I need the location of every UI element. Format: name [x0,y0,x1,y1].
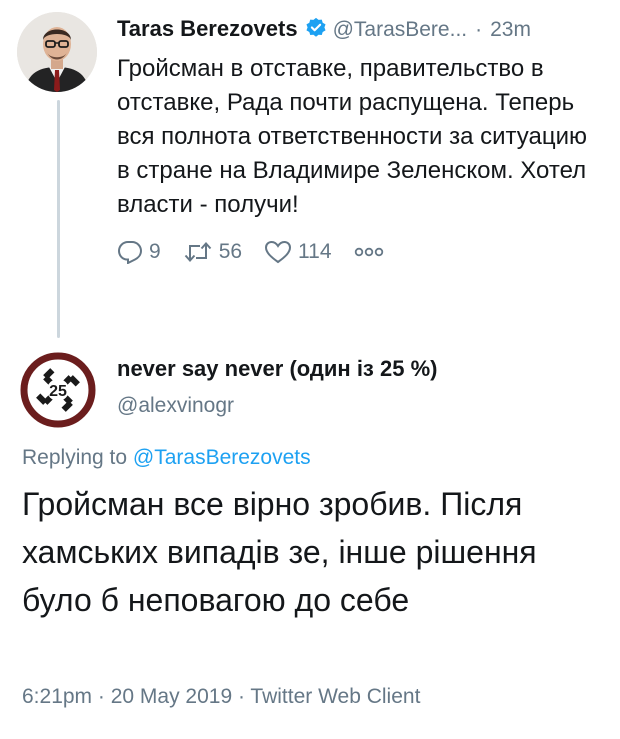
tweet-timestamp[interactable]: 6:21pm · 20 May 2019 · Twitter Web Clien… [22,685,420,709]
verified-badge-icon [305,17,327,39]
reply-icon [117,241,143,264]
like-button[interactable]: 114 [264,240,332,264]
reply-author-name[interactable]: never say never (один із 25 %) [117,356,437,382]
tweet-header: Taras Berezovets @TarasBere... · 23m [117,14,607,42]
author-name[interactable]: Taras Berezovets [117,16,298,42]
reply-avatar[interactable]: 25 [20,352,96,428]
heart-icon [265,240,292,264]
thread-connector-line [57,100,60,338]
avatar-badge-text: 25 [49,383,67,400]
replying-prefix: Replying to [22,446,133,469]
retweet-button[interactable]: 56 [183,240,242,264]
avatar-graphic: 25 [20,352,96,428]
replying-to-line: Replying to @TarasBerezovets [22,446,311,470]
more-options-button[interactable] [354,246,390,258]
tweet-actions: 9 56 114 [117,240,607,264]
tweet-text: Гройсман в отставке, правительство в отс… [117,55,588,218]
more-dots-icon [354,247,383,257]
author-handle[interactable]: @TarasBere... [333,18,468,42]
reply-author-handle[interactable]: @alexvinogr [117,394,234,418]
retweet-count: 56 [218,240,243,263]
original-tweet[interactable]: Taras Berezovets @TarasBere... · 23m Гро… [117,14,607,264]
like-count: 114 [298,240,332,263]
avatar[interactable] [17,12,97,92]
reply-text: Гройсман все вірно зробив. Після хамськи… [22,486,537,618]
reply-button[interactable]: 9 [117,240,161,264]
replying-to-link[interactable]: @TarasBerezovets [133,446,311,469]
tweet-time[interactable]: 23m [490,18,531,42]
separator-dot: · [475,18,483,41]
retweet-icon [184,242,211,262]
reply-count: 9 [149,240,161,263]
person-avatar-icon [17,12,97,92]
